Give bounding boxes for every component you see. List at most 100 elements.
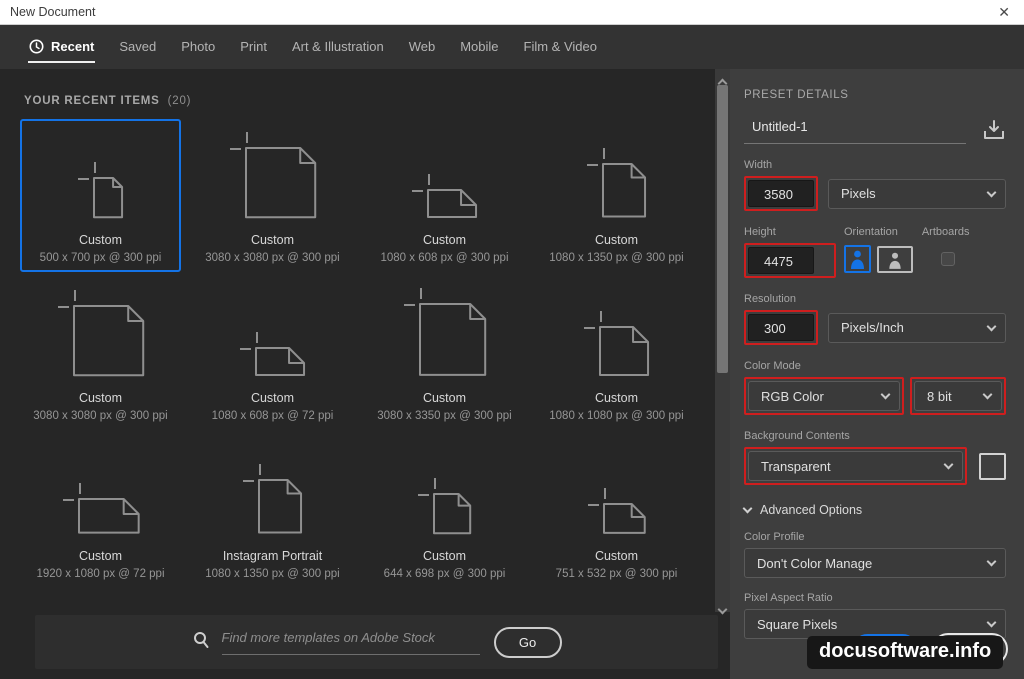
preset-details-panel: PRESET DETAILS Untitled-1 Width 3580 Pix… [730, 69, 1024, 679]
document-preset-icon [400, 287, 489, 379]
chevron-down-icon [742, 503, 753, 514]
recent-items-title: YOUR RECENT ITEMS [24, 95, 160, 107]
search-icon [192, 631, 210, 654]
preset-dimensions: 500 x 700 px @ 300 ppi [39, 252, 162, 264]
preset-name: Instagram Portrait [222, 549, 323, 563]
scroll-up-icon[interactable] [717, 74, 728, 89]
preset-name: Custom [594, 391, 639, 405]
window-title: New Document [10, 5, 96, 19]
document-preset-icon [414, 445, 474, 537]
category-tab[interactable]: Print [239, 31, 268, 63]
height-highlight-box: 4475 [744, 243, 836, 278]
save-preset-icon[interactable] [982, 119, 1006, 141]
recent-scroll-region: YOUR RECENT ITEMS (20) Custom 500 x 700 … [0, 69, 730, 615]
width-input[interactable]: 3580 [748, 180, 814, 207]
category-tab[interactable]: Mobile [459, 31, 499, 63]
preset-dimensions: 1080 x 608 px @ 300 ppi [380, 252, 509, 264]
artboards-checkbox[interactable] [941, 252, 955, 266]
preset-tile[interactable]: Custom 3080 x 3080 px @ 300 ppi [20, 277, 181, 430]
resolution-highlight-box: 300 [744, 310, 818, 345]
color-profile-select[interactable]: Don't Color Manage [744, 548, 1006, 578]
category-tab-label: Web [408, 38, 436, 54]
background-contents-select[interactable]: Transparent [748, 451, 963, 481]
category-tab-label: Recent [51, 38, 95, 54]
preset-name: Custom [594, 233, 639, 247]
preset-dimensions: 1080 x 1350 px @ 300 ppi [205, 568, 340, 580]
preset-tile[interactable]: Custom 3080 x 3350 px @ 300 ppi [364, 277, 525, 430]
resolution-input[interactable]: 300 [748, 314, 814, 341]
bit-depth-value: 8 bit [927, 388, 952, 404]
bit-depth-select[interactable]: 8 bit [914, 381, 1002, 411]
search-placeholder: Find more templates on Adobe Stock [221, 630, 435, 645]
background-contents-value: Transparent [761, 458, 831, 474]
preset-name: Custom [78, 391, 123, 405]
preset-dimensions: 1080 x 1080 px @ 300 ppi [549, 410, 684, 422]
watermark-overlay: docusoftware.info [807, 636, 1004, 669]
resolution-unit-select[interactable]: Pixels/Inch [828, 312, 1006, 343]
pixel-aspect-ratio-label: Pixel Aspect Ratio [744, 592, 833, 604]
preset-tile[interactable]: Custom 1080 x 608 px @ 72 ppi [192, 277, 353, 430]
category-tab[interactable]: Art & Illustration [291, 31, 385, 63]
stock-search-strip: Find more templates on Adobe Stock Go [35, 615, 718, 669]
scroll-down-icon[interactable] [717, 600, 728, 615]
preset-name: Custom [594, 549, 639, 563]
preset-tile[interactable]: Custom 751 x 532 px @ 300 ppi [536, 435, 697, 588]
recent-panel: YOUR RECENT ITEMS (20) Custom 500 x 700 … [0, 69, 730, 679]
preset-tile[interactable]: Instagram Portrait 1080 x 1350 px @ 300 … [192, 435, 353, 588]
category-tab[interactable]: Saved [118, 31, 157, 63]
preset-tile[interactable]: Custom 1080 x 1350 px @ 300 ppi [536, 119, 697, 272]
height-input[interactable]: 4475 [748, 247, 814, 274]
color-profile-value: Don't Color Manage [757, 555, 873, 571]
category-tab[interactable]: Film & Video [523, 31, 598, 63]
preset-name: Custom [78, 549, 123, 563]
go-button[interactable]: Go [493, 626, 562, 658]
preset-dimensions: 3080 x 3080 px @ 300 ppi [205, 252, 340, 264]
orientation-label: Orientation [844, 226, 898, 238]
preset-details-header: PRESET DETAILS [744, 89, 849, 101]
preset-dimensions: 3080 x 3080 px @ 300 ppi [33, 410, 168, 422]
category-tab[interactable]: Photo [180, 31, 216, 63]
preset-tile[interactable]: Custom 1080 x 1080 px @ 300 ppi [536, 277, 697, 430]
category-tab-label: Art & Illustration [291, 38, 384, 54]
vertical-scrollbar[interactable] [715, 69, 730, 615]
scrollbar-thumb[interactable] [717, 85, 728, 373]
background-highlight-box: Transparent [744, 447, 967, 485]
preset-name: Custom [422, 233, 467, 247]
orientation-landscape-icon[interactable] [877, 245, 913, 273]
preset-dimensions: 1920 x 1080 px @ 72 ppi [36, 568, 165, 580]
category-tab[interactable]: Web [408, 31, 437, 63]
category-tab[interactable]: Recent [28, 31, 96, 63]
document-name-input[interactable]: Untitled-1 [744, 115, 966, 144]
chevron-down-icon [982, 389, 993, 400]
preset-tile[interactable]: Custom 3080 x 3080 px @ 300 ppi [192, 119, 353, 272]
width-unit-value: Pixels [841, 186, 876, 201]
height-label: Height [744, 226, 776, 238]
title-bar: New Document ✕ [0, 0, 1024, 25]
preset-dimensions: 1080 x 1350 px @ 300 ppi [549, 252, 684, 264]
bit-depth-highlight-box: 8 bit [910, 377, 1006, 415]
advanced-options-toggle[interactable]: Advanced Options [742, 503, 1006, 517]
document-preset-icon [583, 129, 649, 221]
recent-items-count: (20) [167, 95, 192, 107]
background-color-swatch[interactable] [979, 452, 1006, 480]
document-preset-icon [239, 445, 305, 537]
color-mode-highlight-box: RGB Color [744, 377, 904, 415]
width-unit-select[interactable]: Pixels [828, 178, 1006, 209]
preset-dimensions: 644 x 698 px @ 300 ppi [383, 568, 506, 580]
chevron-down-icon [986, 617, 997, 628]
chevron-down-icon [986, 187, 997, 197]
background-contents-label: Background Contents [744, 430, 850, 442]
color-profile-label: Color Profile [744, 531, 805, 543]
color-mode-select[interactable]: RGB Color [748, 381, 900, 411]
preset-tile[interactable]: Custom 1080 x 608 px @ 300 ppi [364, 119, 525, 272]
category-tab-label: Saved [119, 38, 157, 54]
stock-search-field[interactable]: Find more templates on Adobe Stock [192, 629, 480, 655]
color-mode-label: Color Mode [744, 360, 801, 372]
preset-tile[interactable]: Custom 644 x 698 px @ 300 ppi [364, 435, 525, 588]
color-mode-value: RGB Color [761, 388, 824, 404]
window-close-icon[interactable]: ✕ [994, 5, 1014, 19]
preset-tile[interactable]: Custom 1920 x 1080 px @ 72 ppi [20, 435, 181, 588]
preset-tile[interactable]: Custom 500 x 700 px @ 300 ppi [20, 119, 181, 272]
orientation-portrait-icon[interactable] [844, 245, 871, 273]
preset-dimensions: 3080 x 3350 px @ 300 ppi [377, 410, 512, 422]
